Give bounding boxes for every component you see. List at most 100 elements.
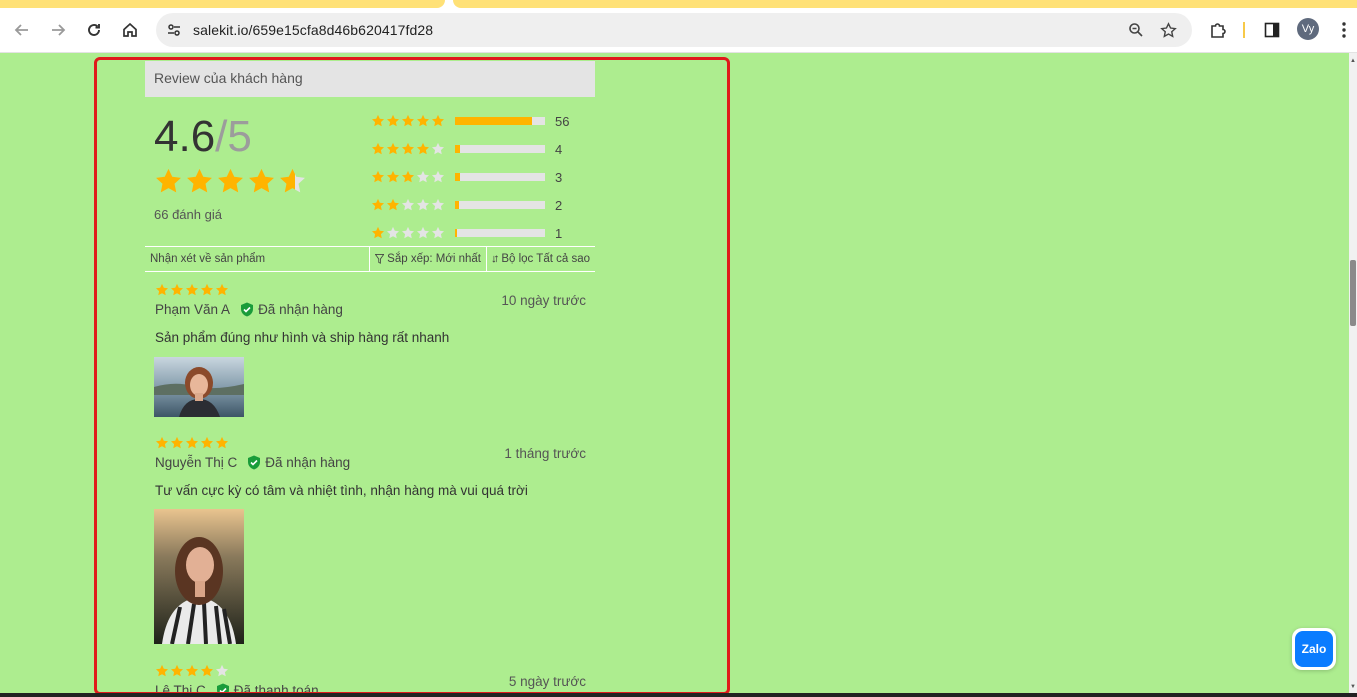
review-item: Phạm Văn A Đã nhận hàng 10 ngày trước Sả…: [145, 283, 595, 436]
zalo-label: Zalo: [1295, 631, 1333, 667]
star-icon: [371, 226, 385, 239]
distribution-bar: [455, 145, 545, 153]
home-button[interactable]: [116, 16, 144, 44]
star-icon: [431, 142, 445, 155]
distribution-row[interactable]: 3: [371, 163, 595, 191]
star-icon: [215, 436, 229, 449]
star-icon: [215, 664, 229, 677]
verified-badge: Đã nhận hàng: [240, 302, 343, 317]
review-photo[interactable]: [154, 357, 244, 417]
bookmark-star-icon[interactable]: [1158, 20, 1178, 40]
browser-tab[interactable]: [453, 0, 1357, 8]
star-icon: [416, 226, 430, 239]
distribution-bar: [455, 201, 545, 209]
extensions-button[interactable]: [1204, 16, 1232, 44]
distribution-bar: [455, 117, 545, 125]
star-icon: [200, 664, 214, 677]
home-icon: [123, 22, 137, 37]
star-icon: [431, 170, 445, 183]
sort-arrows-icon: [492, 255, 498, 263]
back-button[interactable]: [8, 16, 36, 44]
zoom-icon[interactable]: [1126, 20, 1146, 40]
star-icon: [401, 170, 415, 183]
review-item: Nguyễn Thị C Đã nhận hàng 1 tháng trước …: [145, 436, 595, 664]
star-icon: [155, 436, 169, 449]
verified-badge: Đã nhận hàng: [247, 455, 350, 470]
average-rating: 4.6/5: [154, 111, 252, 163]
star-icon: [371, 142, 385, 155]
star-icon: [401, 114, 415, 127]
star-icon: [155, 664, 169, 677]
distribution-bar-fill: [455, 173, 460, 181]
review-stars: [155, 436, 229, 450]
verified-shield-icon: [241, 302, 254, 317]
star-icon: [401, 198, 415, 211]
reload-button[interactable]: [80, 16, 108, 44]
distribution-stars: [371, 198, 455, 212]
zalo-chat-button[interactable]: Zalo: [1292, 628, 1336, 670]
distribution-stars: [371, 170, 455, 184]
review-list: Phạm Văn A Đã nhận hàng 10 ngày trước Sả…: [145, 283, 595, 697]
profile-avatar[interactable]: Vy: [1297, 18, 1319, 40]
scrollbar-thumb[interactable]: [1350, 260, 1356, 326]
comments-tab[interactable]: Nhận xét về sản phẩm: [145, 247, 370, 271]
sort-label: Sắp xếp: Mới nhất: [387, 253, 481, 265]
star-icon: [386, 142, 400, 155]
side-panel-button[interactable]: [1258, 16, 1286, 44]
forward-button[interactable]: [44, 16, 72, 44]
distribution-row[interactable]: 1: [371, 219, 595, 247]
more-vert-icon: [1342, 22, 1346, 38]
review-panel-header: Review của khách hàng: [145, 61, 595, 97]
rating-summary: 4.6/5 56 4 3 2 1: [145, 97, 595, 247]
star-icon: [416, 198, 430, 211]
star-icon: [386, 198, 400, 211]
star-icon: [185, 283, 199, 296]
address-bar[interactable]: salekit.io/659e15cfa8d46b620417fd28: [156, 13, 1192, 47]
distribution-bar-fill: [455, 229, 457, 237]
average-stars: [154, 167, 307, 196]
review-filter-bar: Nhận xét về sản phẩm Sắp xếp: Mới nhất B…: [145, 246, 595, 272]
reload-icon: [88, 24, 100, 36]
verified-label: Đã nhận hàng: [258, 302, 343, 317]
verified-label: Đã nhận hàng: [265, 455, 351, 470]
distribution-bar-fill: [455, 117, 532, 125]
star-icon: [155, 283, 169, 296]
star-icon: [156, 168, 181, 193]
average-value: 4.6: [154, 112, 216, 161]
scroll-up-icon[interactable]: ▲: [1350, 58, 1356, 64]
page-scrollbar[interactable]: ▲ ▼: [1349, 53, 1357, 697]
side-panel-icon: [1264, 22, 1280, 38]
distribution-bar-fill: [455, 145, 461, 153]
url-text[interactable]: salekit.io/659e15cfa8d46b620417fd28: [193, 22, 433, 38]
scroll-down-icon[interactable]: ▼: [1350, 684, 1356, 690]
menu-button[interactable]: [1330, 16, 1357, 44]
distribution-bar: [455, 229, 545, 237]
window-bottom-edge: [0, 693, 1357, 697]
review-time: 1 tháng trước: [504, 446, 586, 461]
star-filter-dropdown[interactable]: Bộ lọc Tất cả sao: [487, 247, 595, 271]
star-icon: [386, 170, 400, 183]
star-icon: [416, 142, 430, 155]
distribution-stars: [371, 114, 455, 128]
distribution-row[interactable]: 2: [371, 191, 595, 219]
distribution-bar-fill: [455, 201, 459, 209]
star-icon: [416, 114, 430, 127]
distribution-row[interactable]: 4: [371, 135, 595, 163]
star-icon: [401, 142, 415, 155]
star-icon: [215, 283, 229, 296]
reviewer-name: Nguyễn Thị C: [155, 455, 238, 470]
sort-dropdown[interactable]: Sắp xếp: Mới nhất: [370, 247, 487, 271]
star-icon: [371, 198, 385, 211]
arrow-left-icon: [14, 24, 28, 36]
star-icon: [431, 226, 445, 239]
review-photo[interactable]: [154, 509, 244, 644]
verified-shield-icon: [248, 455, 261, 470]
star-icon: [386, 114, 400, 127]
review-stars: [155, 664, 229, 678]
site-settings-icon[interactable]: [164, 20, 184, 40]
browser-tab[interactable]: [0, 0, 445, 8]
star-icon: [416, 170, 430, 183]
total-reviews: 66 đánh giá: [154, 207, 222, 222]
rating-distribution: 56 4 3 2 1: [371, 107, 595, 247]
distribution-row[interactable]: 56: [371, 107, 595, 135]
